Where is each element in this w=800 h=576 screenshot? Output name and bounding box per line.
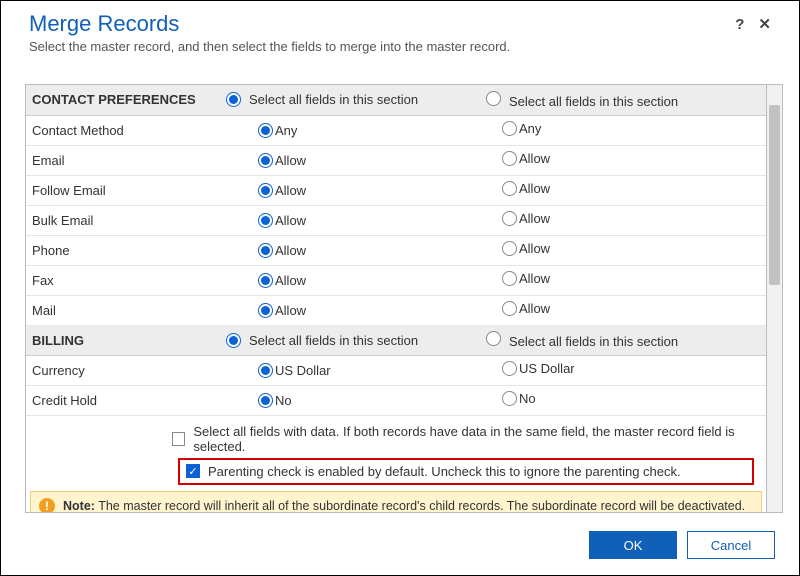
cancel-button[interactable]: Cancel — [687, 531, 775, 559]
field-radio-subordinate[interactable]: Allow — [502, 211, 550, 226]
field-radio-subordinate[interactable]: US Dollar — [502, 361, 575, 376]
section-header-billing: BILLING Select all fields in this sectio… — [26, 325, 766, 355]
merge-grid: CONTACT PREFERENCES Select all fields in… — [25, 84, 767, 513]
section-select-all-a[interactable] — [226, 92, 243, 107]
field-radio-subordinate[interactable]: Allow — [502, 271, 550, 286]
close-icon[interactable]: ✕ — [758, 17, 771, 32]
field-radio-master[interactable]: Allow — [258, 213, 306, 228]
field-label: Fax — [26, 265, 226, 295]
note-label: Note: — [63, 499, 95, 513]
field-radio-master[interactable]: Allow — [258, 153, 306, 168]
table-row: Credit Hold No No — [26, 385, 766, 415]
field-label: Phone — [26, 235, 226, 265]
field-label: Credit Hold — [26, 385, 226, 415]
section-label: BILLING — [26, 325, 226, 355]
section-select-all-a[interactable] — [226, 333, 243, 348]
field-radio-subordinate[interactable]: No — [502, 391, 536, 406]
section-select-all-b[interactable] — [486, 91, 503, 106]
field-radio-master[interactable]: Any — [258, 123, 297, 138]
select-all-with-data-label: Select all fields with data. If both rec… — [193, 424, 760, 454]
merge-records-dialog: Merge Records Select the master record, … — [0, 0, 800, 576]
note-bar: ! Note: The master record will inherit a… — [30, 491, 762, 514]
scrollbar-thumb[interactable] — [769, 105, 780, 285]
table-row: Follow Email Allow Allow — [26, 175, 766, 205]
field-radio-master[interactable]: Allow — [258, 303, 306, 318]
field-radio-subordinate[interactable]: Allow — [502, 301, 550, 316]
dialog-body: CONTACT PREFERENCES Select all fields in… — [1, 60, 799, 521]
dialog-footer: OK Cancel — [1, 521, 799, 575]
field-radio-master[interactable]: Allow — [258, 183, 306, 198]
section-label: CONTACT PREFERENCES — [26, 85, 226, 115]
select-all-with-data-checkbox[interactable] — [172, 432, 185, 446]
field-radio-subordinate[interactable]: Allow — [502, 151, 550, 166]
field-radio-master[interactable]: No — [258, 393, 292, 408]
table-row: Email Allow Allow — [26, 145, 766, 175]
help-icon[interactable]: ? — [735, 17, 744, 32]
field-label: Email — [26, 145, 226, 175]
field-radio-subordinate[interactable]: Allow — [502, 241, 550, 256]
field-radio-subordinate[interactable]: Any — [502, 121, 541, 136]
select-all-with-data-row: Select all fields with data. If both rec… — [166, 420, 766, 458]
table-row: Contact Method Any Any — [26, 115, 766, 145]
note-text: The master record will inherit all of th… — [98, 499, 745, 513]
field-label: Bulk Email — [26, 205, 226, 235]
table-row: Fax Allow Allow — [26, 265, 766, 295]
dialog-subtitle: Select the master record, and then selec… — [29, 39, 735, 54]
field-radio-master[interactable]: Allow — [258, 243, 306, 258]
bottom-checks: Select all fields with data. If both rec… — [26, 416, 766, 485]
dialog-header: Merge Records Select the master record, … — [1, 1, 799, 60]
dialog-title: Merge Records — [29, 11, 735, 37]
field-label: Currency — [26, 355, 226, 385]
parenting-check-highlight: ✓ Parenting check is enabled by default.… — [178, 458, 754, 485]
field-label: Contact Method — [26, 115, 226, 145]
table-row: Phone Allow Allow — [26, 235, 766, 265]
field-radio-master[interactable]: Allow — [258, 273, 306, 288]
field-radio-master[interactable]: US Dollar — [258, 363, 331, 378]
field-label: Follow Email — [26, 175, 226, 205]
parenting-check-label: Parenting check is enabled by default. U… — [208, 464, 681, 479]
table-row: Currency US Dollar US Dollar — [26, 355, 766, 385]
field-radio-subordinate[interactable]: Allow — [502, 181, 550, 196]
field-label: Mail — [26, 295, 226, 325]
parenting-check-checkbox[interactable]: ✓ — [186, 464, 200, 478]
warning-icon: ! — [39, 498, 55, 514]
table-row: Mail Allow Allow — [26, 295, 766, 325]
vertical-scrollbar[interactable] — [767, 84, 783, 513]
section-select-all-b[interactable] — [486, 331, 503, 346]
ok-button[interactable]: OK — [589, 531, 677, 559]
table-row: Bulk Email Allow Allow — [26, 205, 766, 235]
section-header-contact_prefs: CONTACT PREFERENCES Select all fields in… — [26, 85, 766, 115]
